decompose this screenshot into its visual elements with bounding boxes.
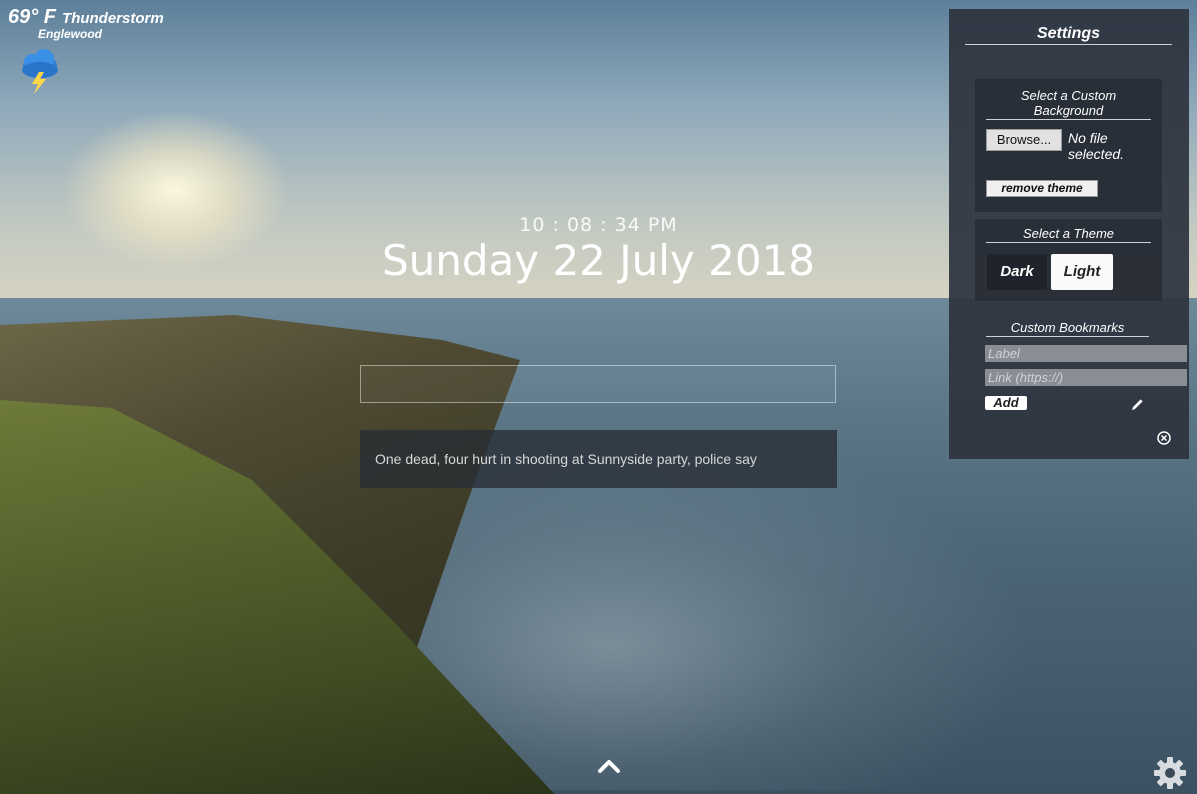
news-headline-text: One dead, four hurt in shooting at Sunny… bbox=[375, 451, 757, 467]
chevron-up-icon[interactable] bbox=[597, 756, 621, 776]
close-icon[interactable] bbox=[1157, 431, 1171, 445]
remove-theme-button[interactable]: remove theme bbox=[986, 180, 1098, 197]
theme-light-button[interactable]: Light bbox=[1051, 254, 1113, 290]
weather-location: Englewood bbox=[38, 27, 102, 41]
file-status: No file selected. bbox=[1068, 130, 1125, 162]
bookmark-link-input[interactable] bbox=[985, 369, 1187, 386]
theme-dark-button[interactable]: Dark bbox=[987, 254, 1047, 290]
weather-widget: 69° F Thunderstorm Englewood bbox=[8, 6, 164, 94]
settings-panel: Settings Select a Custom Background Brow… bbox=[949, 9, 1189, 459]
bookmarks-section: Custom Bookmarks Add bbox=[975, 311, 1188, 456]
bookmarks-heading: Custom Bookmarks bbox=[986, 311, 1149, 337]
theme-heading: Select a Theme bbox=[986, 219, 1151, 243]
news-headline[interactable]: One dead, four hurt in shooting at Sunny… bbox=[360, 430, 837, 488]
search-input[interactable] bbox=[360, 365, 836, 403]
custom-background-section: Select a Custom Background Browse... No … bbox=[975, 79, 1162, 212]
thunderstorm-icon bbox=[22, 49, 58, 94]
weather-temperature: 69° F bbox=[8, 6, 57, 28]
bookmark-label-input[interactable] bbox=[985, 345, 1187, 362]
pencil-icon[interactable] bbox=[1130, 396, 1146, 412]
settings-title: Settings bbox=[965, 25, 1172, 45]
theme-section: Select a Theme Dark Light bbox=[975, 219, 1162, 301]
add-bookmark-button[interactable]: Add bbox=[985, 396, 1027, 410]
browse-button[interactable]: Browse... bbox=[986, 129, 1062, 151]
weather-condition: Thunderstorm bbox=[62, 10, 164, 27]
custom-background-heading: Select a Custom Background bbox=[986, 79, 1151, 120]
gear-icon[interactable] bbox=[1153, 756, 1187, 790]
